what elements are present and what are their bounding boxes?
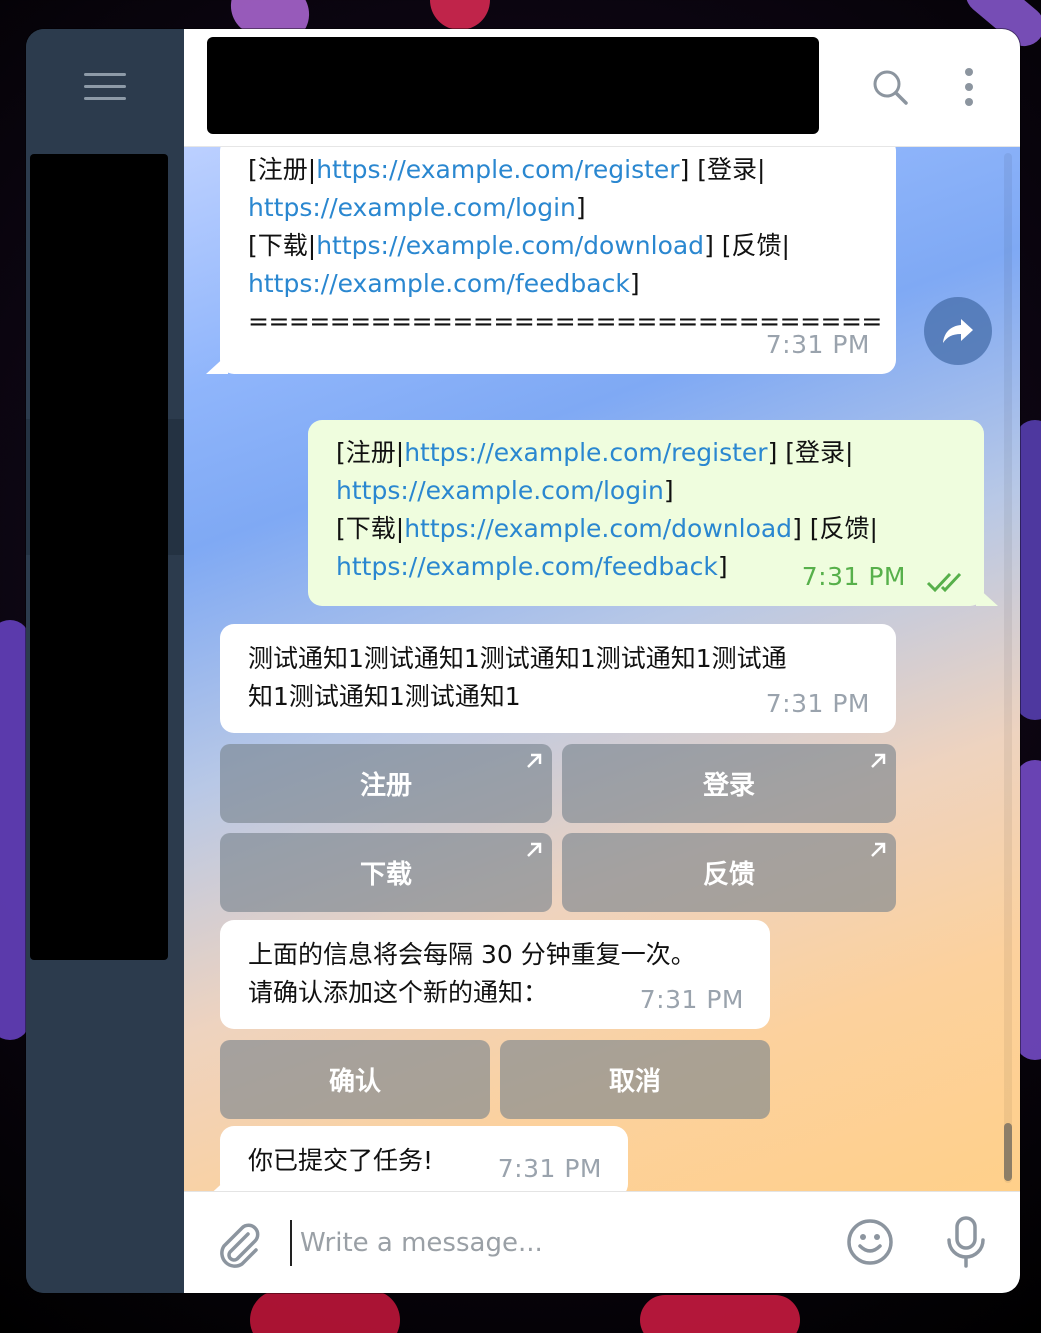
scrollbar-thumb[interactable]	[1004, 1123, 1012, 1181]
microphone-icon[interactable]	[942, 1216, 990, 1268]
message-link[interactable]: https://example.com/register	[316, 155, 679, 184]
message-line: 你已提交了任务!	[248, 1146, 434, 1175]
message-link[interactable]: https://example.com/login	[336, 476, 664, 505]
message-bubble-incoming[interactable]: 测试通知1测试通知1测试通知1测试通知1测试通 知1测试通知1测试通知1 7:3…	[220, 624, 896, 733]
scrollbar-track[interactable]	[1004, 153, 1012, 1183]
message-link[interactable]: https://example.com/login	[248, 193, 576, 222]
message-link[interactable]: https://example.com/feedback	[336, 552, 718, 581]
wallpaper-streak	[250, 1290, 400, 1333]
message-line: https://example.com/login]	[248, 189, 888, 227]
message-line: https://example.com/login]	[336, 472, 976, 510]
message-text: [下载|	[336, 514, 405, 543]
bubble-tail	[206, 1178, 228, 1191]
message-text: ]	[575, 193, 586, 222]
wallpaper-streak	[640, 1295, 800, 1333]
message-line: [注册|https://example.com/register] [登录|	[336, 434, 976, 472]
message-text: [注册|	[248, 155, 317, 184]
double-check-read-icon	[926, 566, 966, 593]
chat-header	[184, 29, 1020, 147]
message-text: [注册|	[336, 438, 405, 467]
message-link[interactable]: https://example.com/download	[316, 231, 704, 260]
message-history: [注册|https://example.com/register] [登录| h…	[184, 147, 1020, 1191]
external-link-arrow-icon	[871, 842, 886, 857]
inline-button-download[interactable]: 下载	[220, 833, 552, 912]
button-label: 下载	[359, 860, 412, 890]
inline-button-cancel[interactable]: 取消	[500, 1040, 770, 1119]
message-text: ] [登录|	[767, 438, 854, 467]
more-vertical-icon[interactable]	[949, 67, 989, 107]
button-label: 取消	[608, 1067, 661, 1097]
chat-panel: [注册|https://example.com/register] [登录| h…	[184, 29, 1020, 1293]
message-time: 7:31 PM	[639, 985, 744, 1014]
message-line: [注册|https://example.com/register] [登录|	[248, 151, 888, 189]
message-text: ] [反馈|	[792, 514, 878, 543]
message-bubble-incoming[interactable]: [注册|https://example.com/register] [登录| h…	[206, 147, 896, 374]
chat-title-redacted[interactable]	[207, 37, 819, 134]
message-text: ] [登录|	[679, 155, 766, 184]
external-link-arrow-icon	[871, 753, 886, 768]
message-bubble-incoming[interactable]: 上面的信息将会每隔 30 分钟重复一次。 请确认添加这个新的通知： 7:31 P…	[220, 920, 770, 1029]
forward-share-icon[interactable]	[924, 297, 992, 365]
message-link[interactable]: https://example.com/download	[404, 514, 792, 543]
message-input[interactable]	[290, 1220, 830, 1266]
bubble-tail	[206, 354, 228, 374]
message-text: ]	[717, 552, 728, 581]
redacted-chat-list	[30, 154, 168, 960]
message-line: 上面的信息将会每隔 30 分钟重复一次。	[248, 940, 696, 969]
external-link-arrow-icon	[527, 753, 542, 768]
message-text: ]	[629, 269, 640, 298]
telegram-window: [注册|https://example.com/register] [登录| h…	[26, 29, 1020, 1293]
button-label: 确认	[328, 1067, 381, 1097]
bubble-tail	[976, 586, 998, 606]
message-line: [下载|https://example.com/download] [反馈|	[248, 227, 888, 265]
search-icon[interactable]	[870, 67, 910, 107]
message-time: 7:31 PM	[765, 330, 870, 359]
emoji-smile-icon[interactable]	[846, 1218, 894, 1266]
message-time: 7:31 PM	[801, 562, 906, 591]
button-label: 登录	[702, 771, 755, 801]
message-composer	[184, 1191, 1020, 1293]
message-time: 7:31 PM	[497, 1154, 602, 1183]
message-line: [下载|https://example.com/download] [反馈|	[336, 510, 976, 548]
inline-button-register[interactable]: 注册	[220, 744, 552, 823]
inline-button-login[interactable]: 登录	[562, 744, 896, 823]
message-bubble-outgoing[interactable]: [注册|https://example.com/register] [登录| h…	[308, 420, 998, 606]
paperclip-icon[interactable]	[214, 1220, 262, 1268]
hamburger-menu-icon[interactable]	[84, 73, 126, 105]
message-text: [下载|	[248, 231, 317, 260]
message-bubble-incoming[interactable]: 你已提交了任务! 7:31 PM	[206, 1126, 628, 1191]
message-text: ]	[663, 476, 674, 505]
message-line: https://example.com/feedback]	[248, 265, 888, 303]
message-text: ] [反馈|	[704, 231, 790, 260]
message-link[interactable]: https://example.com/register	[404, 438, 767, 467]
inline-button-confirm[interactable]: 确认	[220, 1040, 490, 1119]
message-line: 测试通知1测试通知1测试通知1测试通知1测试通	[248, 644, 787, 673]
inline-button-feedback[interactable]: 反馈	[562, 833, 896, 912]
external-link-arrow-icon	[527, 842, 542, 857]
button-label: 注册	[359, 771, 412, 801]
message-link[interactable]: https://example.com/feedback	[248, 269, 630, 298]
message-time: 7:31 PM	[765, 689, 870, 718]
chat-list-sidebar	[26, 29, 184, 1293]
button-label: 反馈	[702, 860, 755, 890]
